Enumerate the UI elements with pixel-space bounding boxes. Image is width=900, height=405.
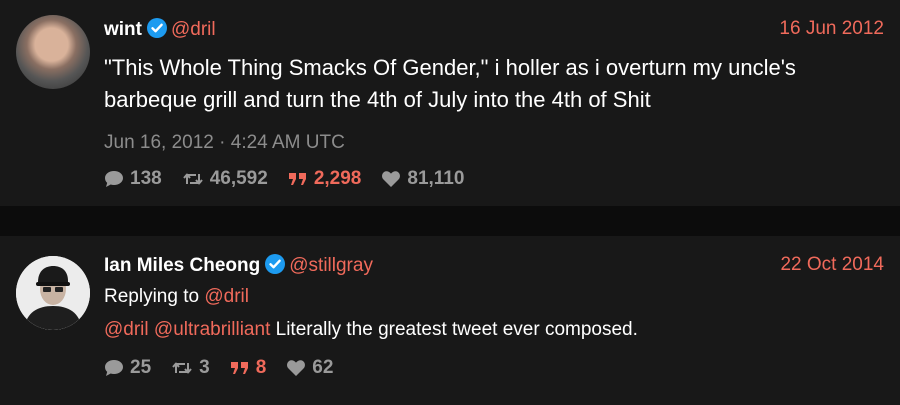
reply-icon: [105, 171, 123, 187]
tweet-text: @dril @ultrabrilliant Literally the grea…: [104, 315, 884, 345]
tweet-timestamp: Jun 16, 2012 · 4:24 AM UTC: [104, 132, 345, 153]
avatar[interactable]: [16, 15, 90, 89]
quote-count: 2,298: [313, 168, 362, 189]
user-handle[interactable]: @stillgray: [289, 255, 373, 276]
tweet-text: "This Whole Thing Smacks Of Gender," i h…: [104, 55, 796, 112]
retweet-stat[interactable]: 46,592: [182, 168, 268, 190]
reply-stat[interactable]: 138: [104, 168, 162, 190]
tweet-stats: 25 3 8 62: [104, 357, 353, 379]
tweet-header: Ian Miles Cheong @stillgray: [104, 254, 373, 280]
display-name[interactable]: wint: [104, 19, 142, 40]
quote-count: 8: [255, 357, 267, 378]
like-stat[interactable]: 81,110: [381, 168, 464, 190]
like-count: 81,110: [407, 168, 465, 189]
tweet-header: wint @dril: [104, 18, 216, 44]
reply-icon: [105, 360, 123, 376]
quote-icon: [230, 362, 248, 374]
like-icon: [287, 360, 306, 376]
quote-icon: [288, 173, 306, 185]
like-stat[interactable]: 62: [286, 357, 333, 379]
verified-badge-icon: [265, 254, 286, 280]
quote-stat[interactable]: 2,298: [288, 168, 362, 190]
tweet-body-text: Literally the greatest tweet ever compos…: [275, 319, 638, 340]
user-handle[interactable]: @dril: [171, 19, 216, 40]
retweet-icon: [182, 173, 203, 185]
reply-stat[interactable]: 25: [104, 357, 151, 379]
tweet-stats: 138 46,592 2,298 81,110: [104, 168, 484, 190]
tweet-card[interactable]: wint @dril 16 Jun 2012 "This Whole Thing …: [0, 0, 900, 206]
replying-to-label: Replying to: [104, 286, 200, 307]
retweet-count: 46,592: [209, 168, 268, 189]
retweet-count: 3: [199, 357, 210, 378]
verified-badge-icon: [147, 18, 167, 44]
like-icon: [382, 171, 401, 187]
mention-link[interactable]: @ultrabrilliant: [154, 319, 270, 340]
retweet-stat[interactable]: 3: [171, 357, 210, 379]
retweet-icon: [172, 362, 192, 374]
tweet-date[interactable]: 22 Oct 2014: [780, 254, 884, 276]
mention-link[interactable]: @dril: [104, 319, 149, 340]
like-count: 62: [312, 357, 334, 378]
replying-to-handle[interactable]: @dril: [204, 286, 249, 307]
quote-stat[interactable]: 8: [230, 357, 267, 379]
reply-count: 138: [130, 168, 162, 189]
avatar[interactable]: [16, 256, 90, 330]
replying-to: Replying to @dril: [104, 286, 249, 308]
reply-count: 25: [130, 357, 152, 378]
display-name[interactable]: Ian Miles Cheong: [104, 255, 260, 276]
tweet-date[interactable]: 16 Jun 2012: [779, 18, 884, 40]
